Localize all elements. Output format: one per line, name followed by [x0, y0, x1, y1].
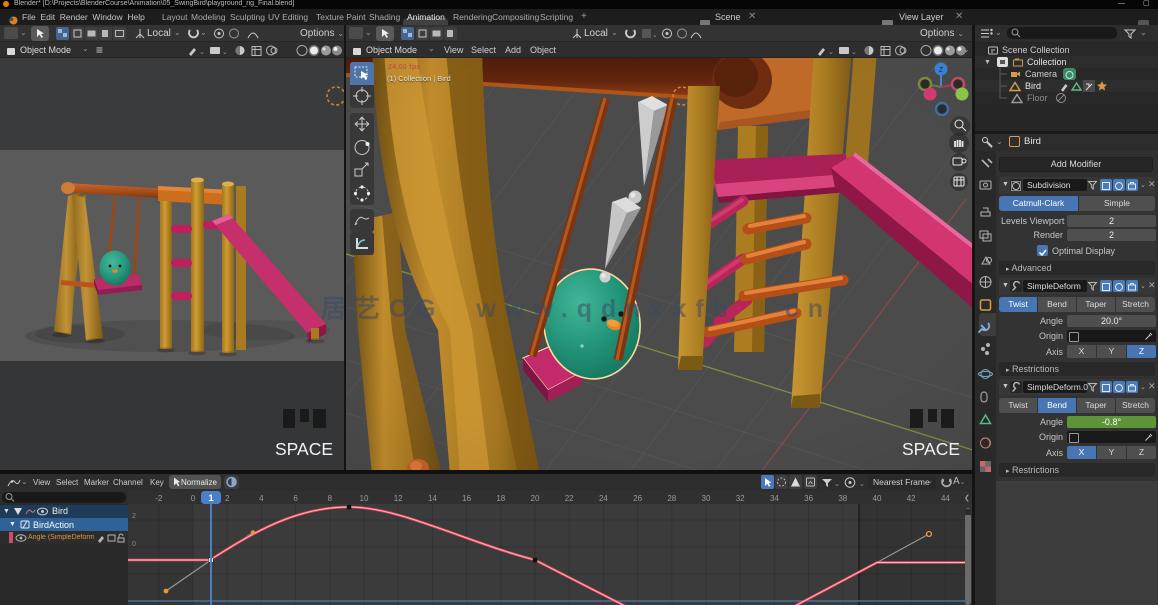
svg-text:1: 1 [208, 493, 213, 503]
svg-text:⌄: ⌄ [851, 49, 857, 56]
svg-text:38: 38 [838, 494, 847, 503]
svg-text:30: 30 [702, 494, 711, 503]
svg-text:❮: ❮ [964, 494, 970, 502]
svg-text:2: 2 [132, 513, 136, 520]
svg-text:Z: Z [939, 67, 944, 74]
svg-text:40: 40 [873, 494, 882, 503]
svg-text:6: 6 [293, 494, 298, 503]
svg-text:44: 44 [941, 494, 950, 503]
svg-text:8: 8 [328, 494, 333, 503]
svg-text:4: 4 [259, 494, 264, 503]
svg-text:26: 26 [633, 494, 642, 503]
svg-text:22: 22 [565, 494, 574, 503]
svg-text:28: 28 [667, 494, 676, 503]
svg-text:⌄: ⌄ [859, 481, 865, 488]
svg-text:20: 20 [531, 494, 540, 503]
svg-text:34: 34 [770, 494, 779, 503]
svg-text:0: 0 [132, 541, 136, 548]
svg-text:18: 18 [496, 494, 505, 503]
svg-text:⌄: ⌄ [222, 49, 228, 56]
svg-text:2: 2 [225, 494, 230, 503]
svg-text:⌄: ⌄ [834, 481, 840, 488]
svg-text:12: 12 [394, 494, 403, 503]
svg-text:⌄: ⌄ [652, 32, 656, 39]
svg-text:⌄: ⌄ [828, 49, 834, 56]
svg-text:16: 16 [462, 494, 471, 503]
svg-text:⌄: ⌄ [199, 49, 205, 56]
svg-text:42: 42 [907, 494, 916, 503]
svg-text:0: 0 [191, 494, 196, 503]
svg-text:-2: -2 [155, 494, 163, 503]
svg-text:36: 36 [804, 494, 813, 503]
svg-text:24: 24 [599, 494, 608, 503]
svg-text:32: 32 [736, 494, 745, 503]
svg-text:10: 10 [360, 494, 369, 503]
svg-text:14: 14 [428, 494, 437, 503]
